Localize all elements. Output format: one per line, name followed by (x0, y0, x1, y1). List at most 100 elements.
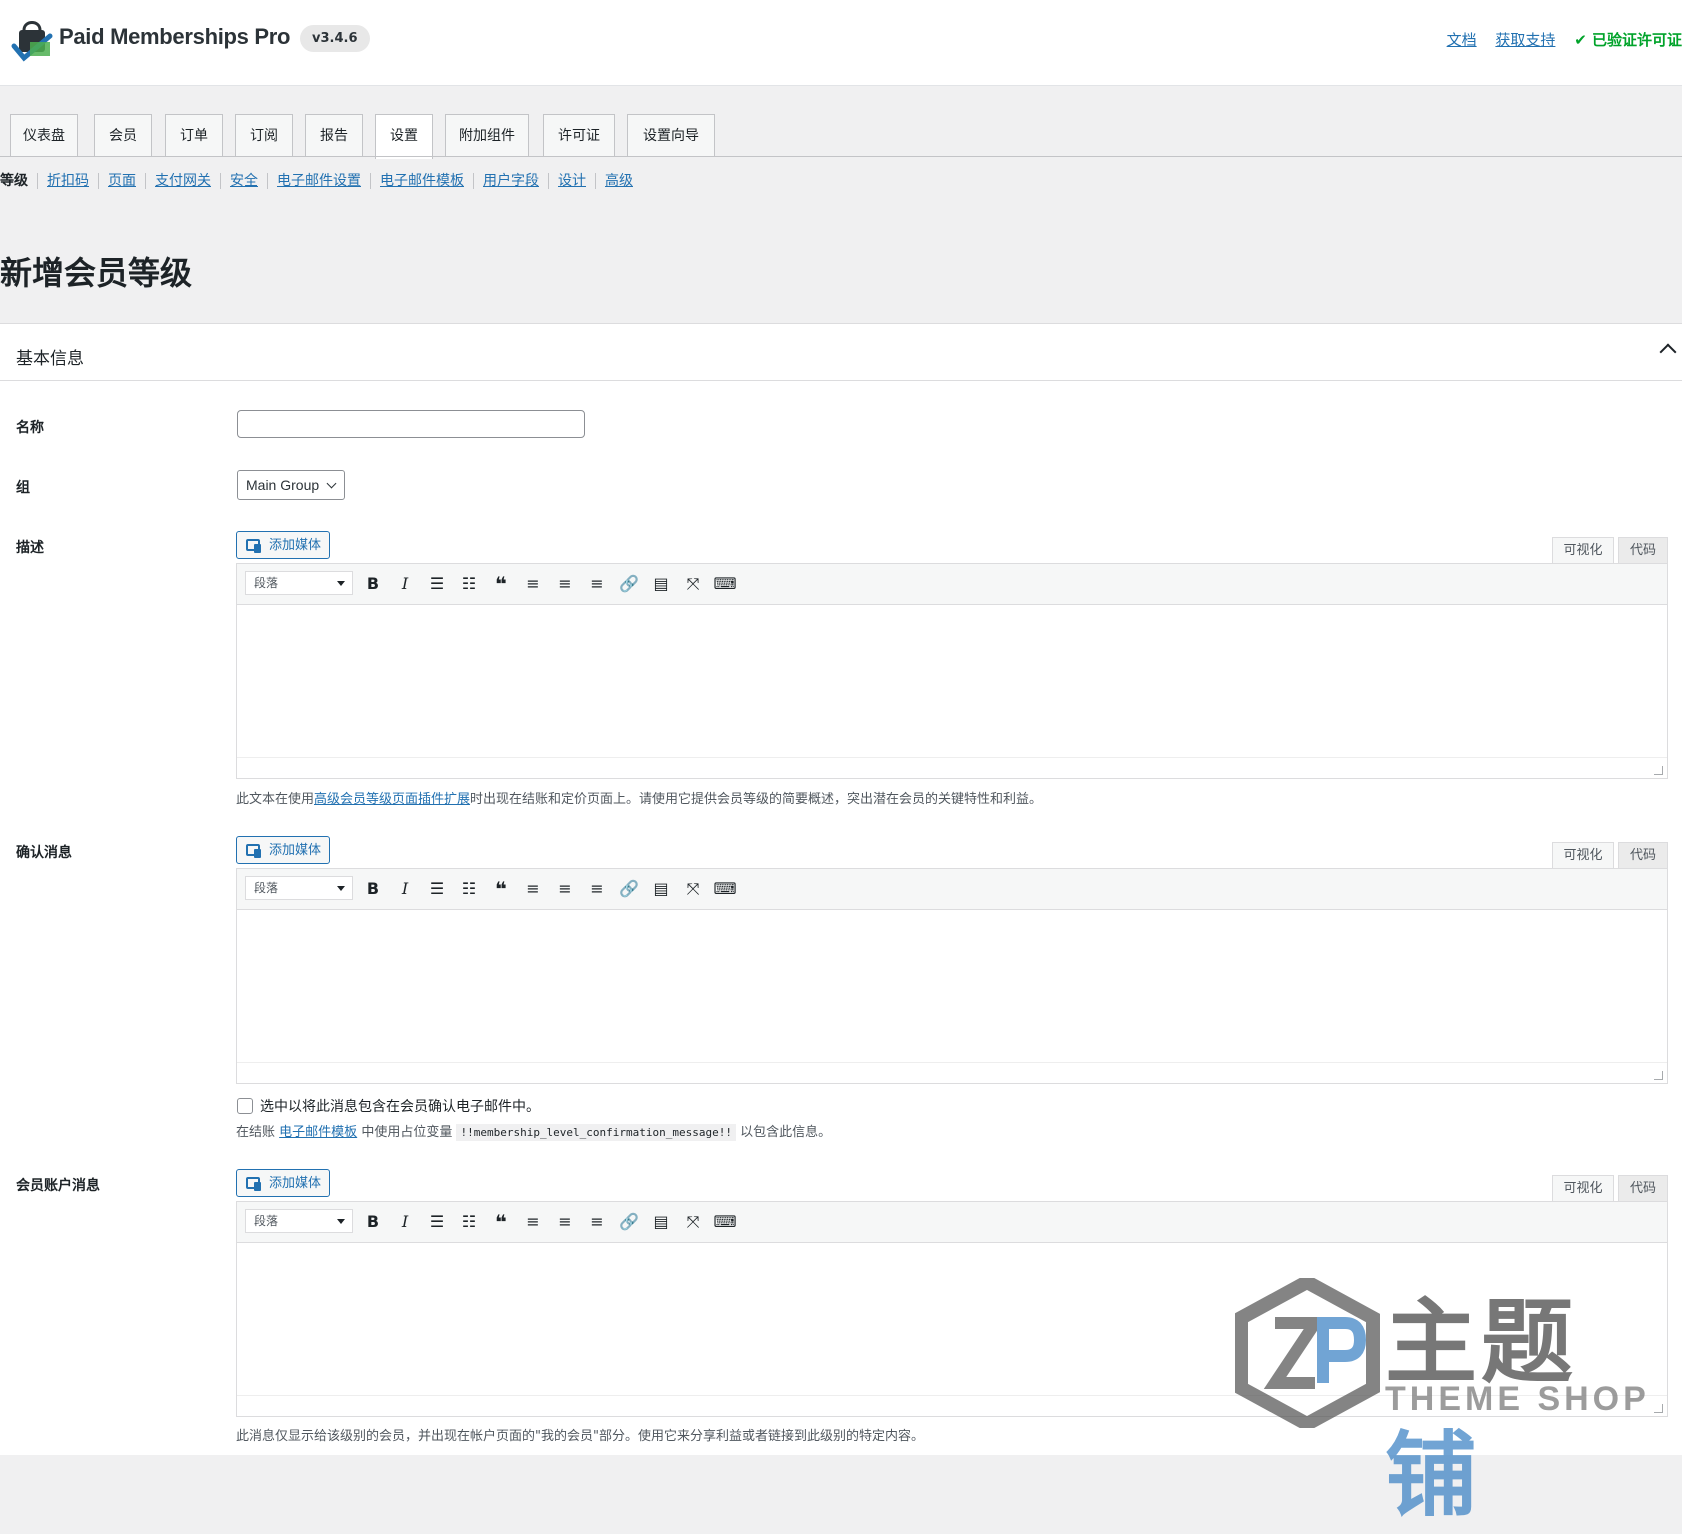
bold-icon[interactable]: B (361, 572, 385, 596)
bullet-list-icon[interactable]: ☰ (425, 877, 449, 901)
tab-subscriptions[interactable]: 订阅 (235, 114, 293, 157)
code-tab[interactable]: 代码 (1618, 1175, 1668, 1202)
docs-link[interactable]: 文档 (1447, 31, 1477, 49)
blockquote-icon[interactable]: ❝ (489, 572, 513, 596)
link-icon[interactable]: 🔗 (617, 877, 641, 901)
add-media-label: 添加媒体 (269, 1176, 322, 1191)
link-icon[interactable]: 🔗 (617, 572, 641, 596)
include-in-email-checkbox[interactable] (237, 1098, 253, 1114)
resize-grip-icon[interactable] (1654, 1404, 1663, 1413)
card-header[interactable]: 基本信息 (0, 324, 1682, 381)
align-center-icon[interactable]: ≡ (553, 1210, 577, 1234)
bullet-list-icon[interactable]: ☰ (425, 572, 449, 596)
editor-content-area[interactable] (237, 910, 1667, 1062)
numbered-list-icon[interactable]: ☷ (457, 572, 481, 596)
dropdown-arrow-icon (337, 1219, 345, 1224)
support-link[interactable]: 获取支持 (1495, 31, 1555, 49)
subnav-design[interactable]: 设计 (558, 173, 586, 189)
dropdown-arrow-icon (337, 886, 345, 891)
email-templates-link[interactable]: 电子邮件模板 (279, 1125, 357, 1140)
fullscreen-icon[interactable]: ⤧ (681, 572, 705, 596)
watermark-en-text: THEME SHOP (1385, 1380, 1650, 1418)
align-right-icon[interactable]: ≡ (585, 572, 609, 596)
toolbar-toggle-icon[interactable]: ⌨ (713, 877, 737, 901)
code-tab[interactable]: 代码 (1618, 842, 1668, 869)
tab-dashboard[interactable]: 仪表盘 (10, 114, 78, 157)
fullscreen-icon[interactable]: ⤧ (681, 877, 705, 901)
editor-status-bar (237, 1062, 1667, 1083)
add-media-button[interactable]: 添加媒体 (236, 836, 331, 864)
level-name-input[interactable] (237, 410, 585, 438)
align-center-icon[interactable]: ≡ (553, 877, 577, 901)
align-center-icon[interactable]: ≡ (553, 572, 577, 596)
format-select[interactable]: 段落 (245, 1209, 353, 1233)
visual-tab[interactable]: 可视化 (1552, 537, 1614, 564)
italic-icon[interactable]: I (393, 572, 417, 596)
fullscreen-icon[interactable]: ⤧ (681, 1210, 705, 1234)
add-media-button[interactable]: 添加媒体 (236, 531, 331, 559)
group-label: 组 (16, 480, 30, 496)
subnav-pages[interactable]: 页面 (108, 173, 136, 189)
format-select[interactable]: 段落 (245, 571, 353, 595)
tab-license[interactable]: 许可证 (543, 114, 615, 157)
editor-frame: 段落 B I ☰ ☷ ❝ ≡ ≡ ≡ 🔗 ▤ ⤧ ⌨ (236, 868, 1668, 1084)
resize-grip-icon[interactable] (1654, 766, 1663, 775)
subnav-email-templates[interactable]: 电子邮件模板 (380, 173, 464, 189)
italic-icon[interactable]: I (393, 877, 417, 901)
tab-reports[interactable]: 报告 (305, 114, 363, 157)
confirmation-label: 确认消息 (16, 845, 72, 861)
card-title: 基本信息 (16, 349, 84, 369)
include-in-email-label: 选中以将此消息包含在会员确认电子邮件中。 (260, 1099, 540, 1115)
collapse-chevron-icon[interactable] (1659, 343, 1677, 361)
subnav-email-settings[interactable]: 电子邮件设置 (277, 173, 361, 189)
format-value: 段落 (254, 576, 279, 590)
subnav-discount-codes[interactable]: 折扣码 (47, 173, 89, 189)
code-tab[interactable]: 代码 (1618, 537, 1668, 564)
bold-icon[interactable]: B (361, 1210, 385, 1234)
numbered-list-icon[interactable]: ☷ (457, 877, 481, 901)
visual-tab[interactable]: 可视化 (1552, 1175, 1614, 1202)
resize-grip-icon[interactable] (1654, 1071, 1663, 1080)
align-right-icon[interactable]: ≡ (585, 877, 609, 901)
subnav-payment-gateway[interactable]: 支付网关 (155, 173, 211, 189)
editor-frame: 段落 B I ☰ ☷ ❝ ≡ ≡ ≡ 🔗 ▤ ⤧ ⌨ (236, 563, 1668, 779)
tab-orders[interactable]: 订单 (165, 114, 223, 157)
group-select[interactable]: Main Group (237, 470, 345, 500)
format-value: 段落 (254, 881, 279, 895)
align-left-icon[interactable]: ≡ (521, 572, 545, 596)
read-more-icon[interactable]: ▤ (649, 572, 673, 596)
link-icon[interactable]: 🔗 (617, 1210, 641, 1234)
add-media-button[interactable]: 添加媒体 (236, 1169, 331, 1197)
toolbar-toggle-icon[interactable]: ⌨ (713, 1210, 737, 1234)
read-more-icon[interactable]: ▤ (649, 1210, 673, 1234)
watermark-cn-blue: 铺 (1385, 1422, 1482, 1529)
align-right-icon[interactable]: ≡ (585, 1210, 609, 1234)
editor-toolbar: 段落 B I ☰ ☷ ❝ ≡ ≡ ≡ 🔗 ▤ ⤧ ⌨ (237, 1202, 1667, 1243)
blockquote-icon[interactable]: ❝ (489, 1210, 513, 1234)
tab-settings[interactable]: 设置 (375, 114, 433, 159)
tab-members[interactable]: 会员 (94, 114, 152, 157)
bullet-list-icon[interactable]: ☰ (425, 1210, 449, 1234)
toolbar-toggle-icon[interactable]: ⌨ (713, 572, 737, 596)
theme-shop-watermark: 主题铺 THEME SHOP (1235, 1268, 1655, 1529)
subnav-advanced[interactable]: 高级 (605, 173, 633, 189)
tab-addons[interactable]: 附加组件 (445, 114, 529, 157)
blockquote-icon[interactable]: ❝ (489, 877, 513, 901)
visual-tab[interactable]: 可视化 (1552, 842, 1614, 869)
subnav-security[interactable]: 安全 (230, 173, 258, 189)
align-left-icon[interactable]: ≡ (521, 1210, 545, 1234)
bold-icon[interactable]: B (361, 877, 385, 901)
tab-setup-wizard[interactable]: 设置向导 (627, 114, 715, 157)
align-left-icon[interactable]: ≡ (521, 877, 545, 901)
help-text: 中使用占位变量 (361, 1125, 453, 1140)
read-more-icon[interactable]: ▤ (649, 877, 673, 901)
italic-icon[interactable]: I (393, 1210, 417, 1234)
subnav-user-fields[interactable]: 用户字段 (483, 173, 539, 189)
advanced-levels-addon-link[interactable]: 高级会员等级页面插件扩展 (314, 792, 470, 807)
subnav-levels[interactable]: 等级 (0, 173, 37, 189)
numbered-list-icon[interactable]: ☷ (457, 1210, 481, 1234)
help-text: 此文本在使用 (236, 792, 315, 807)
editor-content-area[interactable] (237, 605, 1667, 757)
confirmation-editor: 添加媒体 可视化 代码 段落 B I ☰ ☷ ❝ ≡ ≡ ≡ 🔗 ▤ ⤧ ⌨ (236, 836, 1668, 1084)
format-select[interactable]: 段落 (245, 876, 353, 900)
